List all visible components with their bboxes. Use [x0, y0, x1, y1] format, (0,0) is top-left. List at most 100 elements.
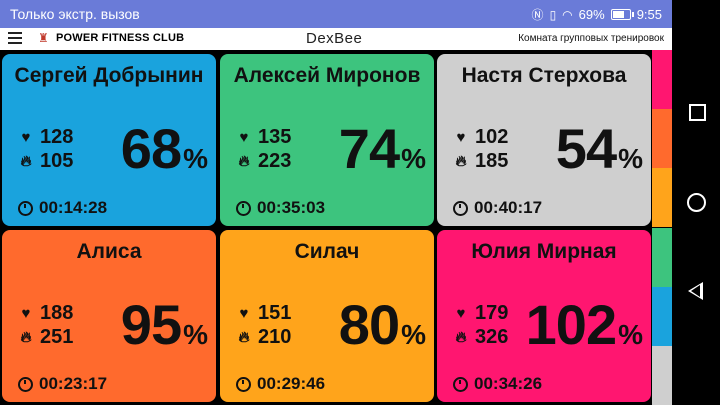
workout-time: 00:14:28	[18, 198, 107, 218]
zone-segment	[652, 168, 672, 228]
flame-icon: 🔥︎	[455, 153, 467, 170]
flame-icon: 🔥︎	[20, 329, 32, 346]
workout-time-value: 00:35:03	[257, 198, 326, 217]
status-bar: Только экстр. вызов Ⓝ ▯ ◠ 69% 9:55	[0, 0, 672, 28]
participant-name: Силач	[294, 240, 360, 263]
effort-percent: 68%	[121, 116, 208, 181]
battery-percent: 69%	[578, 7, 605, 22]
workout-time: 00:40:17	[453, 198, 542, 218]
back-icon[interactable]	[688, 282, 703, 300]
zone-segment	[652, 345, 672, 405]
wifi-icon: ◠	[562, 7, 573, 22]
heart-rate: ♥ 102	[453, 126, 509, 149]
workout-time: 00:23:17	[18, 374, 107, 394]
effort-percent: 74%	[339, 116, 426, 181]
participants-grid: Сергей Добрынин ♥ 128 🔥︎ 105 68% 00:14:28 Алекс…	[0, 50, 652, 405]
effort-percent-value: 74	[338, 117, 400, 180]
calories: 🔥︎ 210	[236, 326, 291, 349]
heart-rate: ♥ 188	[18, 302, 74, 325]
percent-sign: %	[183, 319, 208, 350]
heart-rate: ♥ 179	[453, 302, 509, 325]
workout-time-value: 00:14:28	[39, 198, 108, 217]
heart-icon: ♥	[21, 305, 31, 322]
room-name[interactable]: Комната групповых тренировок	[518, 33, 664, 44]
app-bar: ♜ POWER FITNESS CLUB DexBee Комната груп…	[0, 28, 672, 50]
participant-card[interactable]: Юлия Мирная ♥ 179 🔥︎ 326 102% 00:34:26	[437, 230, 651, 402]
calories-value: 251	[40, 326, 74, 348]
calories-value: 223	[258, 150, 292, 172]
effort-percent-value: 68	[120, 117, 182, 180]
workout-time-value: 00:23:17	[39, 374, 108, 393]
calories: 🔥︎ 251	[18, 326, 73, 349]
heart-rate-value: 128	[40, 126, 74, 148]
clock-time: 9:55	[636, 7, 662, 22]
effort-percent-value: 102	[525, 293, 617, 356]
flame-icon: 🔥︎	[455, 329, 467, 346]
heart-icon: ♥	[239, 305, 249, 322]
participant-card[interactable]: Алексей Миронов ♥ 135 🔥︎ 223 74% 00:35:03	[220, 54, 434, 226]
participant-card[interactable]: Силач ♥ 151 🔥︎ 210 80% 00:29:46	[220, 230, 434, 402]
flame-icon: 🔥︎	[20, 153, 32, 170]
brand-logo: DexBee	[306, 30, 363, 47]
calories: 🔥︎ 326	[453, 326, 508, 349]
workout-time: 00:34:26	[453, 374, 542, 394]
flame-icon: 🔥︎	[238, 153, 250, 170]
workout-time-value: 00:29:46	[257, 374, 326, 393]
effort-percent-value: 54	[555, 117, 617, 180]
recent-apps-icon[interactable]	[689, 104, 706, 121]
zone-color-strip	[652, 50, 672, 405]
home-icon[interactable]	[687, 193, 706, 212]
participant-name: Алексей Миронов	[233, 64, 421, 87]
heart-rate-value: 188	[40, 302, 74, 324]
calories-value: 185	[475, 150, 509, 172]
calories: 🔥︎ 105	[18, 150, 73, 173]
menu-icon[interactable]	[8, 32, 22, 46]
heart-rate: ♥ 151	[236, 302, 292, 325]
carrier-text: Только экстр. вызов	[10, 6, 140, 22]
heart-icon: ♥	[21, 129, 31, 146]
zone-segment	[652, 286, 672, 346]
effort-percent-value: 95	[120, 293, 182, 356]
stopwatch-icon	[453, 376, 468, 392]
calories: 🔥︎ 185	[453, 150, 508, 173]
calories-value: 210	[258, 326, 292, 348]
calories-value: 326	[475, 326, 509, 348]
club-name: POWER FITNESS CLUB	[56, 32, 185, 44]
club-logo-icon: ♜	[38, 31, 49, 45]
heart-icon: ♥	[456, 129, 466, 146]
participant-card[interactable]: Сергей Добрынин ♥ 128 🔥︎ 105 68% 00:14:28	[2, 54, 216, 226]
effort-percent: 80%	[339, 292, 426, 357]
effort-percent: 95%	[121, 292, 208, 357]
percent-sign: %	[618, 143, 643, 174]
percent-sign: %	[183, 143, 208, 174]
system-nav-bar	[672, 0, 720, 405]
calories: 🔥︎ 223	[236, 150, 291, 173]
effort-percent: 54%	[556, 116, 643, 181]
heart-icon: ♥	[239, 129, 249, 146]
participant-name: Алиса	[76, 240, 142, 263]
workout-time: 00:29:46	[236, 374, 325, 394]
heart-rate-value: 179	[475, 302, 509, 324]
vibrate-icon: ▯	[549, 7, 557, 22]
zone-segment	[652, 50, 672, 110]
effort-percent-value: 80	[338, 293, 400, 356]
stopwatch-icon	[236, 200, 251, 216]
percent-sign: %	[401, 143, 426, 174]
participant-card[interactable]: Настя Стерхова ♥ 102 🔥︎ 185 54% 00:40:17	[437, 54, 651, 226]
stopwatch-icon	[236, 376, 251, 392]
zone-segment	[652, 109, 672, 169]
stopwatch-icon	[453, 200, 468, 216]
percent-sign: %	[618, 319, 643, 350]
status-icons: Ⓝ ▯ ◠ 69% 9:55	[532, 6, 662, 23]
heart-rate-value: 151	[258, 302, 292, 324]
heart-rate: ♥ 128	[18, 126, 74, 149]
participant-name: Сергей Добрынин	[14, 64, 204, 87]
participant-name: Юлия Мирная	[471, 240, 617, 263]
battery-icon	[610, 9, 634, 20]
flame-icon: 🔥︎	[238, 329, 250, 346]
heart-rate-value: 102	[475, 126, 509, 148]
participant-card[interactable]: Алиса ♥ 188 🔥︎ 251 95% 00:23:17	[2, 230, 216, 402]
percent-sign: %	[401, 319, 426, 350]
workout-time: 00:35:03	[236, 198, 325, 218]
heart-rate-value: 135	[258, 126, 292, 148]
